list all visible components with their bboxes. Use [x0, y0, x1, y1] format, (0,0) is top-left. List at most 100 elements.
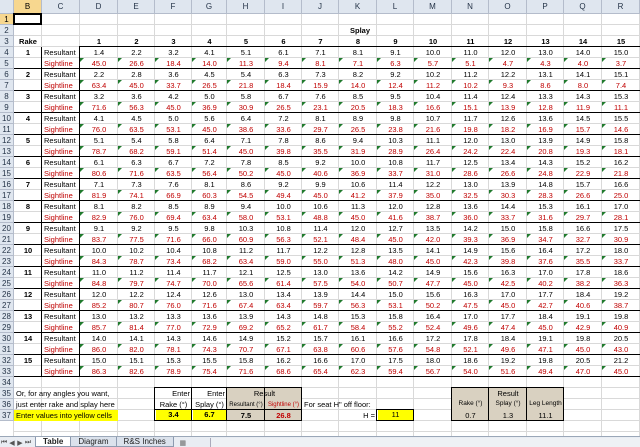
resultant-cell[interactable]: 4.1: [80, 113, 118, 124]
resultant-cell[interactable]: 18.6: [452, 355, 489, 366]
resultant-cell[interactable]: 15.6: [414, 289, 452, 300]
row-header[interactable]: 35: [0, 388, 14, 399]
row-header[interactable]: 1: [0, 14, 14, 25]
resultant-cell[interactable]: 12.6: [489, 113, 527, 124]
column-header-r[interactable]: R: [602, 0, 640, 14]
resultant-cell[interactable]: 15.1: [602, 69, 640, 80]
resultant-cell[interactable]: 11.0: [80, 267, 118, 278]
resultant-cell[interactable]: 12.0: [377, 201, 414, 212]
resultant-cell[interactable]: 17.5: [602, 223, 640, 234]
resultant-cell[interactable]: 2.2: [118, 47, 155, 58]
resultant-cell[interactable]: 1.4: [80, 47, 118, 58]
resultant-cell[interactable]: 13.9: [527, 135, 564, 146]
resultant-cell[interactable]: 12.4: [155, 289, 192, 300]
resultant-cell[interactable]: 4.2: [155, 91, 192, 102]
resultant-cell[interactable]: 17.2: [414, 333, 452, 344]
resultant-cell[interactable]: 9.5: [377, 91, 414, 102]
resultant-cell[interactable]: 11.4: [302, 223, 339, 234]
resultant-cell[interactable]: 15.3: [339, 311, 377, 322]
resultant-cell[interactable]: 7.6: [155, 179, 192, 190]
resultant-cell[interactable]: 15.0: [80, 355, 118, 366]
rake-input[interactable]: 3.4: [156, 410, 191, 420]
resultant-cell[interactable]: 15.6: [489, 245, 527, 256]
resultant-cell[interactable]: 16.6: [564, 223, 602, 234]
resultant-cell[interactable]: 15.1: [118, 355, 155, 366]
prev-sheet-icon[interactable]: ◀: [8, 438, 16, 447]
resultant-cell[interactable]: 12.2: [489, 69, 527, 80]
resultant-cell[interactable]: 16.4: [527, 245, 564, 256]
resultant-cell[interactable]: 15.2: [265, 333, 302, 344]
resultant-cell[interactable]: 5.1: [80, 135, 118, 146]
resultant-cell[interactable]: 13.0: [80, 311, 118, 322]
resultant-cell[interactable]: 13.1: [527, 69, 564, 80]
resultant-cell[interactable]: 10.7: [414, 113, 452, 124]
resultant-cell[interactable]: 15.6: [452, 267, 489, 278]
row-header[interactable]: 37: [0, 410, 14, 421]
row-header[interactable]: 29: [0, 322, 14, 333]
resultant-cell[interactable]: 18.4: [527, 311, 564, 322]
resultant-cell[interactable]: 8.2: [118, 201, 155, 212]
resultant-cell[interactable]: 16.2: [602, 157, 640, 168]
resultant-cell[interactable]: 8.6: [227, 179, 265, 190]
resultant-cell[interactable]: 15.8: [527, 223, 564, 234]
resultant-cell[interactable]: 15.7: [302, 333, 339, 344]
resultant-cell[interactable]: 9.8: [192, 223, 227, 234]
resultant-cell[interactable]: 13.5: [414, 223, 452, 234]
resultant-cell[interactable]: 6.3: [118, 157, 155, 168]
column-header-b[interactable]: B: [14, 0, 42, 14]
row-header[interactable]: 10: [0, 113, 14, 124]
resultant-cell[interactable]: 10.3: [377, 135, 414, 146]
column-header-j[interactable]: J: [302, 0, 339, 14]
resultant-cell[interactable]: 14.1: [564, 69, 602, 80]
resultant-cell[interactable]: 14.9: [452, 245, 489, 256]
resultant-cell[interactable]: 7.1: [227, 135, 265, 146]
resultant-cell[interactable]: 14.3: [564, 91, 602, 102]
resultant-cell[interactable]: 4.1: [192, 47, 227, 58]
insert-sheet-icon[interactable]: ▦: [176, 438, 190, 447]
resultant-cell[interactable]: 11.4: [377, 179, 414, 190]
resultant-cell[interactable]: 8.5: [339, 91, 377, 102]
resultant-cell[interactable]: 14.3: [265, 311, 302, 322]
last-sheet-icon[interactable]: ⏭: [24, 438, 32, 447]
row-header[interactable]: 25: [0, 278, 14, 289]
resultant-cell[interactable]: 13.4: [489, 157, 527, 168]
resultant-cell[interactable]: 12.2: [302, 245, 339, 256]
resultant-cell[interactable]: 7.3: [118, 179, 155, 190]
column-header-n[interactable]: N: [452, 0, 489, 14]
resultant-cell[interactable]: 11.2: [452, 69, 489, 80]
resultant-cell[interactable]: 7.8: [227, 157, 265, 168]
resultant-cell[interactable]: 10.6: [302, 201, 339, 212]
resultant-cell[interactable]: 6.1: [265, 47, 302, 58]
resultant-cell[interactable]: 20.5: [602, 333, 640, 344]
resultant-cell[interactable]: 15.5: [192, 355, 227, 366]
resultant-cell[interactable]: 10.6: [339, 179, 377, 190]
row-header[interactable]: 30: [0, 333, 14, 344]
resultant-cell[interactable]: 9.4: [227, 201, 265, 212]
resultant-cell[interactable]: 13.0: [452, 179, 489, 190]
resultant-cell[interactable]: 13.0: [489, 135, 527, 146]
resultant-cell[interactable]: 19.1: [527, 333, 564, 344]
row-header[interactable]: 4: [0, 47, 14, 58]
row-header[interactable]: 15: [0, 168, 14, 179]
next-sheet-icon[interactable]: ▶: [16, 438, 24, 447]
resultant-cell[interactable]: 3.6: [155, 69, 192, 80]
resultant-cell[interactable]: 16.6: [602, 179, 640, 190]
resultant-cell[interactable]: 9.1: [80, 223, 118, 234]
resultant-cell[interactable]: 17.0: [527, 267, 564, 278]
resultant-cell[interactable]: 17.2: [564, 245, 602, 256]
resultant-cell[interactable]: 9.2: [118, 223, 155, 234]
column-header-d[interactable]: D: [80, 0, 118, 14]
resultant-cell[interactable]: 11.0: [452, 47, 489, 58]
resultant-cell[interactable]: 11.7: [265, 245, 302, 256]
resultant-cell[interactable]: 2.2: [80, 69, 118, 80]
resultant-cell[interactable]: 6.4: [227, 113, 265, 124]
resultant-cell[interactable]: 14.4: [489, 201, 527, 212]
resultant-cell[interactable]: 19.8: [527, 355, 564, 366]
resultant-cell[interactable]: 11.4: [155, 267, 192, 278]
resultant-cell[interactable]: 18.4: [564, 289, 602, 300]
resultant-cell[interactable]: 7.1: [302, 47, 339, 58]
resultant-cell[interactable]: 19.8: [564, 333, 602, 344]
resultant-cell[interactable]: 8.6: [302, 135, 339, 146]
resultant-cell[interactable]: 5.4: [227, 69, 265, 80]
resultant-cell[interactable]: 15.3: [155, 355, 192, 366]
